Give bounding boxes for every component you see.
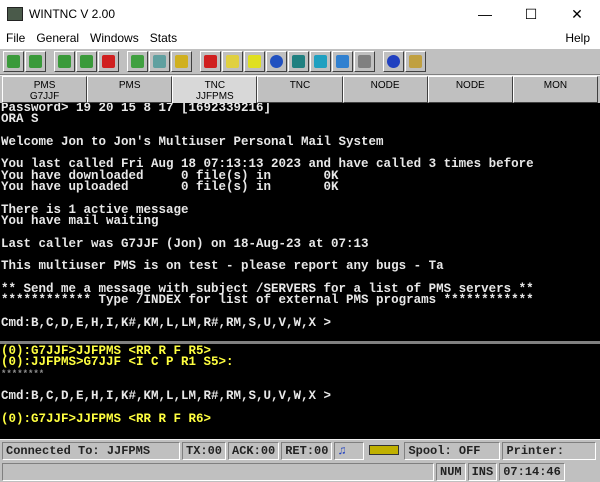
globe-icon — [270, 55, 283, 68]
receive-text-button[interactable] — [76, 51, 97, 72]
info-button[interactable] — [383, 51, 404, 72]
menu-windows[interactable]: Windows — [85, 31, 144, 45]
terminal-line: ************ Type /INDEX for list of ext… — [1, 293, 534, 308]
help-icon — [409, 55, 422, 68]
info-icon — [387, 55, 400, 68]
terminal-line: ORA S — [1, 112, 39, 127]
monitor-line: ******** — [1, 368, 45, 379]
lock-icon — [175, 55, 188, 68]
search-icon — [292, 55, 305, 68]
receive-text-icon — [80, 55, 93, 68]
stop-icon — [102, 55, 115, 68]
script-icon — [153, 55, 166, 68]
probe-button[interactable] — [222, 51, 243, 72]
monitor-line: Cmd:B,C,D,E,H,I,K#,KM,L,LM,R#,RM,S,U,V,W… — [1, 389, 332, 404]
send-binary-button[interactable] — [3, 51, 24, 72]
toolbar — [0, 48, 600, 75]
tab-node-5[interactable]: NODE — [427, 76, 513, 103]
terminal-line: You have uploaded 0 file(s) in 0K — [1, 180, 339, 195]
yellow-panel-button[interactable] — [244, 51, 265, 72]
spool-status: Spool: OFF — [404, 441, 501, 460]
fire-hydrant-icon — [204, 55, 217, 68]
title-bar: WINTNC V 2.00 — ☐ ✕ — [0, 0, 600, 28]
monitor-line: (0):G7JJF>JJFPMS <RR R F R6> — [1, 411, 212, 426]
globe-button[interactable] — [266, 51, 287, 72]
terminal-line: Last caller was G7JJF (Jon) on 18-Aug-23… — [1, 236, 369, 251]
menu-help[interactable]: Help — [560, 31, 595, 45]
edit-icon — [131, 55, 144, 68]
tools-button[interactable] — [354, 51, 375, 72]
close-button[interactable]: ✕ — [554, 0, 600, 28]
monitor-output: (0):G7JJF>JJFPMS <RR R F R5> (0):JJFPMS>G… — [0, 344, 600, 439]
monitor-line: (0):JJFPMS>G7JJF <I C P R1 S5>: — [1, 355, 234, 370]
window-title: WINTNC V 2.00 — [29, 7, 116, 21]
tab-bar: PMS G7JJF PMS TNC JJFPMS TNC NODE NODE MON — [0, 76, 600, 103]
frame-icon — [314, 55, 327, 68]
lock-button[interactable] — [171, 51, 192, 72]
send-binary-icon — [7, 55, 20, 68]
tab-mon-6[interactable]: MON — [512, 76, 598, 103]
tx-count: TX:00 — [182, 441, 227, 460]
terminal-output: Password> 19 20 15 8 17 [1692339216] ORA … — [0, 103, 600, 341]
menu-file[interactable]: File — [1, 31, 30, 45]
send-text-button[interactable] — [54, 51, 75, 72]
menu-bar: File General Windows Stats Help — [0, 28, 600, 48]
clock: 07:14:46 — [499, 462, 565, 481]
printer-status: Printer: OFF — [502, 441, 597, 474]
fire-hydrant-button[interactable] — [200, 51, 221, 72]
status-message — [2, 462, 434, 481]
clock-calendar-icon — [336, 55, 349, 68]
tray-icon[interactable] — [366, 442, 402, 460]
status-bar: Connected To: JJFPMS TX:00 ACK:00 RET:00… — [0, 440, 600, 474]
bottom-status-bar: NUM INS 07:14:46 — [0, 461, 600, 482]
insert-indicator: INS — [467, 462, 498, 481]
yellow-panel-icon — [248, 55, 261, 68]
tab-label: PMS — [118, 80, 141, 91]
search-button[interactable] — [288, 51, 309, 72]
minimize-button[interactable]: — — [462, 0, 508, 28]
menu-general[interactable]: General — [31, 31, 84, 45]
tab-label: TNC — [289, 80, 311, 91]
clock-calendar-button[interactable] — [332, 51, 353, 72]
send-text-icon — [58, 55, 71, 68]
tab-pms-1[interactable]: PMS — [87, 76, 173, 103]
receive-binary-icon — [29, 55, 42, 68]
tab-tnc-2[interactable]: TNC JJFPMS — [172, 76, 258, 103]
probe-icon — [226, 55, 239, 68]
num-lock-indicator: NUM — [436, 462, 466, 481]
connected-status: Connected To: JJFPMS — [2, 441, 180, 460]
terminal-line: Password> 19 20 15 8 17 [1692339216] — [1, 103, 272, 115]
tab-label: NODE — [455, 80, 485, 91]
terminal-line: Cmd:B,C,D,E,H,I,K#,KM,L,LM,R#,RM,S,U,V,W… — [1, 315, 332, 330]
maximize-button[interactable]: ☐ — [508, 0, 554, 28]
terminal-line: You have mail waiting — [1, 213, 159, 228]
app-icon — [7, 7, 23, 21]
tools-icon — [358, 55, 371, 68]
frame-button[interactable] — [310, 51, 331, 72]
edit-button[interactable] — [127, 51, 148, 72]
receive-binary-button[interactable] — [25, 51, 46, 72]
help-button[interactable] — [405, 51, 426, 72]
terminal-line: This multiuser PMS is on test - please r… — [1, 259, 444, 274]
ret-count: RET:00 — [281, 441, 333, 460]
tab-label: PMS — [33, 80, 56, 91]
tab-label: MON — [543, 80, 568, 91]
tab-label: NODE — [370, 80, 400, 91]
menu-stats[interactable]: Stats — [145, 31, 182, 45]
script-button[interactable] — [149, 51, 170, 72]
stop-button[interactable] — [98, 51, 119, 72]
tab-label: TNC — [204, 80, 226, 91]
tab-tnc-3[interactable]: TNC — [257, 76, 343, 103]
ack-count: ACK:00 — [228, 441, 280, 460]
tab-label: JJFPMS — [195, 91, 234, 102]
terminal-line: Welcome Jon to Jon's Multiuser Personal … — [1, 134, 384, 149]
tab-pms-0[interactable]: PMS G7JJF — [2, 76, 88, 103]
music-ear-icon[interactable]: ♫ — [334, 441, 365, 460]
tab-node-4[interactable]: NODE — [342, 76, 428, 103]
tab-label: G7JJF — [29, 91, 60, 102]
